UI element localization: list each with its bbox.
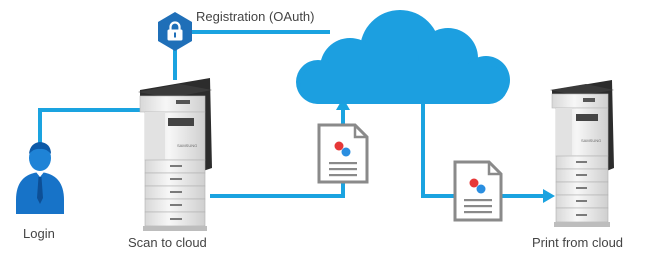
document-icon	[317, 123, 369, 184]
printer-icon: SAMSUNG	[550, 80, 614, 227]
cloud-print-diagram: SAMSUNG SAMSUNG Registration (OAuth) Log…	[0, 0, 647, 253]
diagram-canvas: SAMSUNG SAMSUNG	[16, 10, 614, 231]
cloud-icon	[296, 10, 510, 104]
registration-label: Registration (OAuth)	[196, 9, 315, 24]
scan-to-cloud-label: Scan to cloud	[128, 235, 207, 250]
printer-icon: SAMSUNG	[138, 78, 212, 231]
download-arrowhead	[543, 189, 555, 203]
print-from-cloud-label: Print from cloud	[532, 235, 624, 250]
lock-shield-icon	[158, 12, 192, 51]
login-label: Login	[23, 226, 55, 241]
svg-text:SAMSUNG: SAMSUNG	[581, 138, 601, 143]
login-to-printer-line	[38, 108, 140, 147]
svg-text:SAMSUNG: SAMSUNG	[177, 143, 197, 148]
user-icon	[16, 142, 64, 214]
document-icon	[453, 160, 503, 222]
